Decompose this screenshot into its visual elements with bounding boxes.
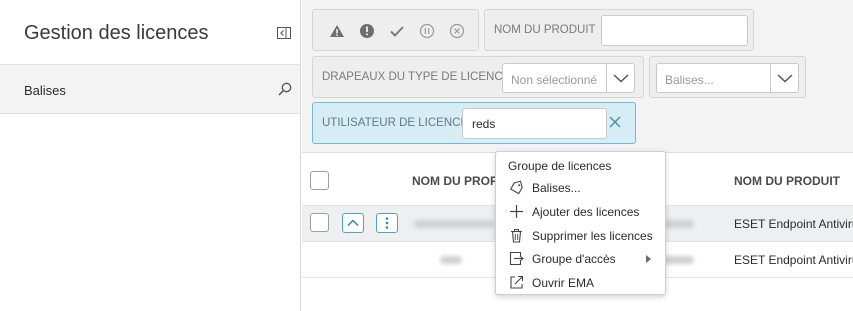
menu-item-label: Supprimer les licences [532, 229, 653, 243]
chevron-down-icon[interactable] [770, 64, 798, 92]
tags-section[interactable]: Balises [0, 64, 300, 114]
chevron-down-icon[interactable] [606, 64, 634, 92]
search-icon[interactable] [278, 82, 292, 96]
license-group-context-menu: Groupe de licences Balises... Ajouter de… [495, 151, 666, 295]
license-user-filter: UTILISATEUR DE LICENCE reds [312, 102, 636, 144]
tags-filter: Balises... [649, 56, 806, 98]
clear-icon[interactable] [608, 115, 622, 129]
row-checkbox[interactable] [310, 213, 329, 232]
check-icon[interactable] [389, 23, 405, 39]
more-vertical-icon [385, 217, 389, 229]
collapse-row-button[interactable] [342, 213, 364, 233]
license-type-flags-label: DRAPEAUX DU TYPE DE LICENCE [322, 71, 511, 83]
menu-item-access-group[interactable]: Groupe d'accès [496, 248, 665, 270]
menu-item-add-licenses[interactable]: Ajouter des licences [496, 201, 665, 223]
cancel-icon[interactable] [449, 23, 465, 39]
product-cell: ESET Endpoint Antiviru [734, 217, 853, 231]
menu-item-tags[interactable]: Balises... [496, 177, 665, 199]
product-cell: ESET Endpoint Antiviru [734, 253, 853, 267]
menu-item-label: Ouvrir EMA [532, 276, 595, 290]
tags-label: Balises [24, 83, 66, 98]
chevron-up-icon [347, 219, 359, 227]
column-header-owner[interactable]: NOM DU PROP [412, 174, 498, 188]
row-menu-button[interactable] [376, 213, 398, 233]
menu-item-remove-licenses[interactable]: Supprimer les licences [496, 225, 665, 247]
redacted-text [414, 220, 494, 228]
license-user-label: UTILISATEUR DE LICENCE [322, 117, 469, 129]
warning-icon[interactable] [329, 23, 345, 39]
tags-select[interactable]: Balises... [656, 63, 799, 93]
product-name-filter: NOM DU PRODUIT [484, 9, 754, 51]
column-header-product[interactable]: NOM DU PRODUIT [734, 174, 840, 188]
product-name-input[interactable] [601, 15, 748, 46]
redacted-text [662, 220, 694, 228]
redacted-text [662, 256, 694, 264]
menu-item-label: Balises... [532, 181, 581, 195]
menu-item-open-ema[interactable]: Ouvrir EMA [496, 272, 665, 294]
error-icon[interactable] [359, 23, 375, 39]
external-link-icon [510, 275, 524, 289]
tag-icon [509, 180, 523, 195]
license-type-flags-filter: DRAPEAUX DU TYPE DE LICENCE Non sélectio… [312, 56, 644, 98]
submenu-arrow-icon [646, 255, 651, 263]
menu-item-label: Groupe d'accès [532, 252, 616, 266]
select-value: Non sélectionné [511, 73, 598, 87]
page-title: Gestion des licences [24, 22, 209, 44]
redacted-text [440, 256, 462, 264]
collapse-panel-icon[interactable] [277, 27, 291, 39]
product-name-label: NOM DU PRODUIT [494, 24, 596, 36]
select-all-checkbox[interactable] [310, 171, 329, 190]
status-filter [312, 9, 479, 51]
filter-bar: NOM DU PRODUIT DRAPEAUX DU TYPE DE LICEN… [302, 0, 853, 153]
trash-icon [511, 229, 522, 243]
pause-icon[interactable] [419, 23, 435, 39]
sidebar: Gestion des licences Balises [0, 0, 301, 311]
menu-title: Groupe de licences [508, 159, 612, 173]
license-user-input[interactable]: reds [462, 108, 607, 139]
license-type-flags-select[interactable]: Non sélectionné [502, 63, 635, 93]
menu-item-label: Ajouter des licences [532, 205, 640, 219]
tags-placeholder: Balises... [665, 73, 714, 87]
plus-icon [510, 205, 523, 218]
move-group-icon [509, 251, 524, 266]
